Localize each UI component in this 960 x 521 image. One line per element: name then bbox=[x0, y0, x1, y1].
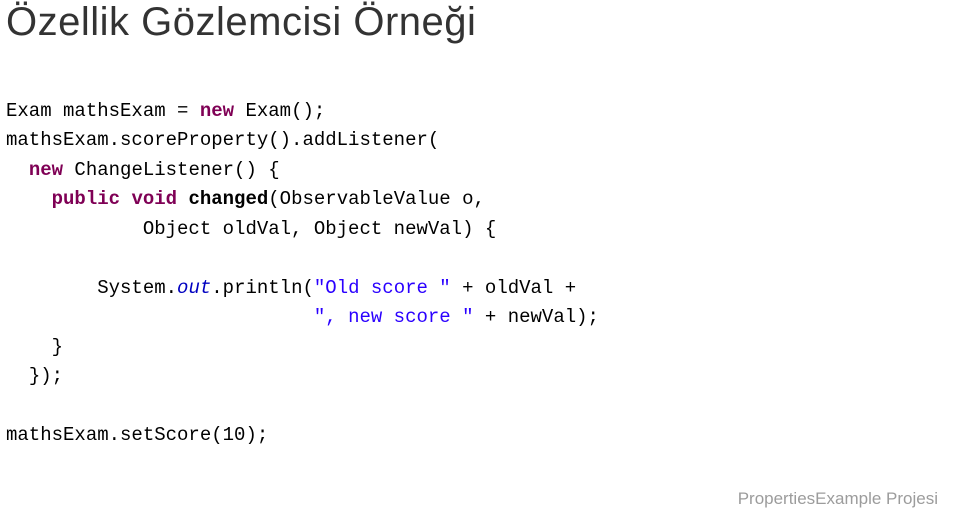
footer-project-name: PropertiesExample Projesi bbox=[738, 489, 938, 509]
code-line-8: } bbox=[6, 336, 63, 358]
code-line-5: Object oldVal, Object newVal) { bbox=[6, 218, 496, 240]
code-line-9: }); bbox=[6, 365, 63, 387]
code-line-blank-2 bbox=[6, 394, 17, 416]
code-line-10: mathsExam.setScore(10); bbox=[6, 424, 268, 446]
code-block: Exam mathsExam = new Exam(); mathsExam.s… bbox=[0, 45, 960, 450]
page-title: Özellik Gözlemcisi Örneği bbox=[0, 0, 960, 45]
code-line-1: Exam mathsExam = new Exam(); bbox=[6, 100, 325, 122]
code-line-blank bbox=[6, 247, 17, 269]
code-line-2: mathsExam.scoreProperty().addListener( bbox=[6, 129, 439, 151]
code-line-3: new ChangeListener() { bbox=[6, 159, 280, 181]
code-line-7: ", new score " + newVal); bbox=[6, 306, 599, 328]
code-line-6: System.out.println("Old score " + oldVal… bbox=[6, 277, 588, 299]
code-line-4: public void changed(ObservableValue o, bbox=[6, 188, 485, 210]
